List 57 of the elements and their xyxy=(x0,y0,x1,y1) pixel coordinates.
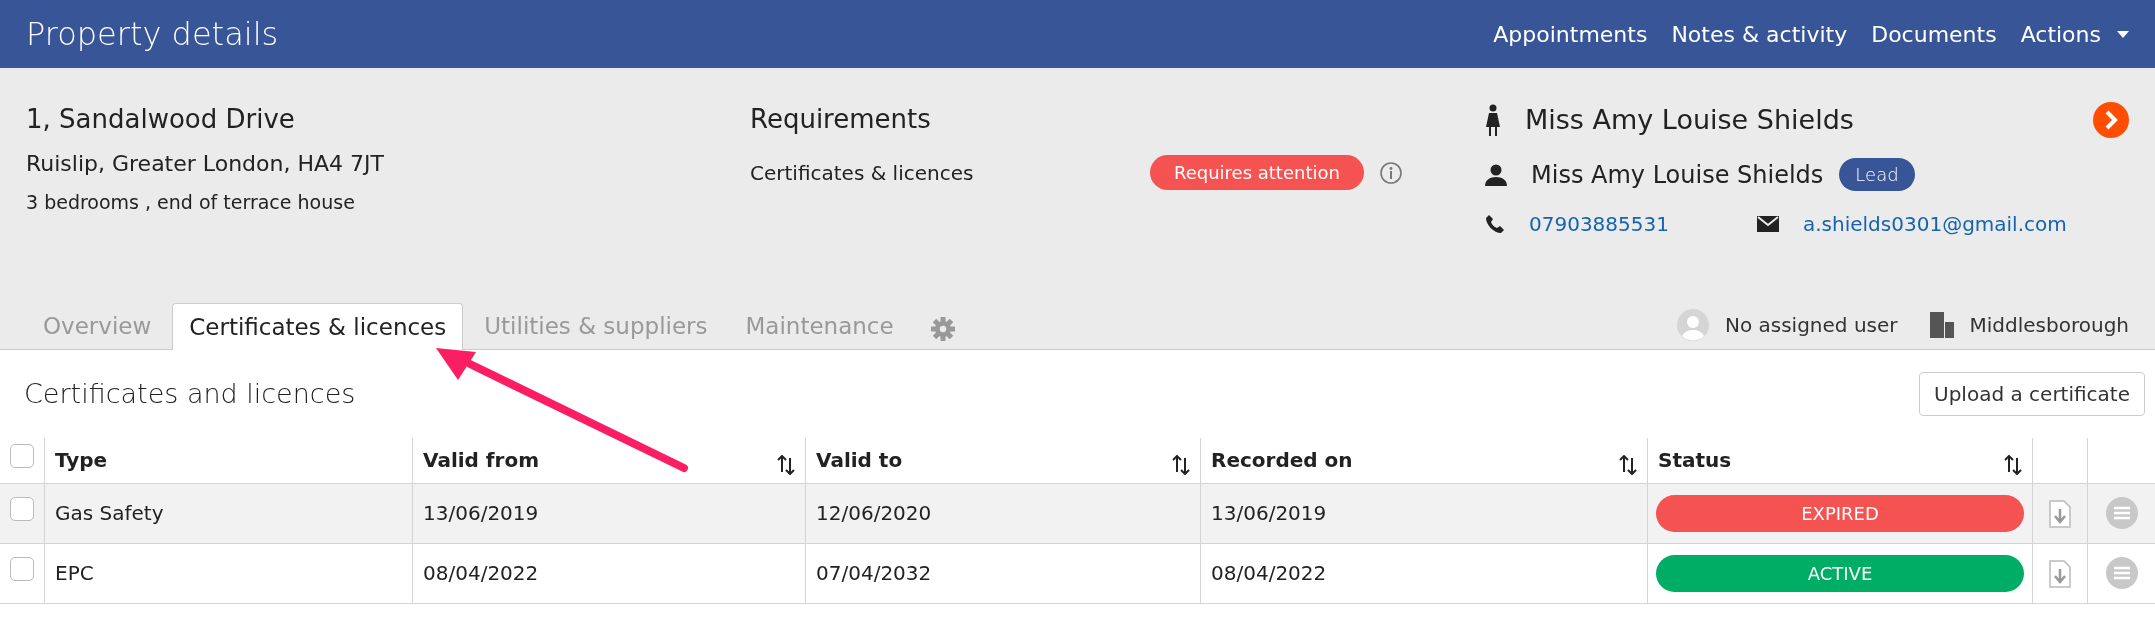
table-cell: EPC xyxy=(55,561,94,585)
caret-icon[interactable] xyxy=(2117,30,2129,38)
lead-badge: Lead xyxy=(1839,158,1915,191)
status-pill: EXPIRED xyxy=(1656,494,2024,532)
column-header: Valid from xyxy=(423,447,539,475)
table-cell: 13/06/2019 xyxy=(423,501,539,525)
phone-icon xyxy=(1485,213,1505,234)
sort-icon[interactable] xyxy=(1172,455,1190,476)
settings-icon[interactable] xyxy=(930,317,955,341)
sort-icon[interactable] xyxy=(1619,455,1637,476)
table-cell: 08/04/2022 xyxy=(1211,561,1327,585)
column-header: Status xyxy=(1658,447,1732,475)
lead-name: Miss Amy Louise Shields xyxy=(1531,159,1824,191)
building-icon xyxy=(1929,312,1954,338)
table-cell: Gas Safety xyxy=(55,501,164,525)
assigned-user: No assigned user xyxy=(1724,312,1898,339)
email-link[interactable]: a.shields0301@gmail.com xyxy=(1803,208,2067,239)
property-summary: 3 bedrooms , end of terrace house xyxy=(26,190,356,215)
address-line: Ruislip, Greater London, HA4 7JT xyxy=(26,150,385,178)
select-all-checkbox[interactable] xyxy=(10,444,34,469)
section-title: Certificates and licences xyxy=(24,376,356,411)
menu-icon[interactable] xyxy=(2105,497,2138,530)
envelope-icon xyxy=(1757,215,1779,232)
table-cell: 08/04/2022 xyxy=(423,561,539,585)
upload-certificate-button[interactable]: Upload a certificate xyxy=(1919,372,2145,416)
tenant-name: Miss Amy Louise Shields xyxy=(1525,103,1854,137)
requirements-title: Requirements xyxy=(750,103,932,136)
address-line: 1, Sandalwood Drive xyxy=(26,103,296,136)
woman-icon xyxy=(1485,104,1501,137)
status-pill: ACTIVE xyxy=(1656,554,2024,592)
column-header: Recorded on xyxy=(1211,447,1353,475)
table-cell: 13/06/2019 xyxy=(1211,501,1327,525)
phone-link[interactable]: 07903885531 xyxy=(1529,208,1669,239)
status-pill: Requires attention xyxy=(1150,155,1364,190)
file-download-icon[interactable] xyxy=(2049,560,2072,589)
nav-link[interactable]: Appointments xyxy=(1493,17,1648,51)
page-title: Property details xyxy=(26,14,279,55)
column-header: Type xyxy=(55,447,108,475)
table-cell: 12/06/2020 xyxy=(816,501,932,525)
avatar-icon xyxy=(1676,309,1709,341)
office-name: Middlesborough xyxy=(1969,312,2129,339)
info-icon[interactable] xyxy=(1379,161,1402,184)
sort-icon[interactable] xyxy=(2004,455,2022,476)
actions-dropdown[interactable]: Actions xyxy=(2020,17,2129,51)
chevron-right-icon[interactable] xyxy=(2093,102,2129,139)
person-icon xyxy=(1485,163,1507,186)
nav-link[interactable]: Notes & activity xyxy=(1671,17,1848,51)
row-checkbox[interactable] xyxy=(10,557,34,581)
requirement-label: Certificates & licences xyxy=(750,159,975,187)
column-header: Valid to xyxy=(816,447,903,475)
nav-link[interactable]: Documents xyxy=(1871,17,1997,51)
file-download-icon[interactable] xyxy=(2049,500,2072,529)
tab[interactable]: Certificates & licences xyxy=(172,302,464,350)
menu-icon[interactable] xyxy=(2105,557,2138,590)
sort-icon[interactable] xyxy=(777,455,795,476)
row-checkbox[interactable] xyxy=(10,497,34,521)
table-cell: 07/04/2032 xyxy=(816,561,932,585)
